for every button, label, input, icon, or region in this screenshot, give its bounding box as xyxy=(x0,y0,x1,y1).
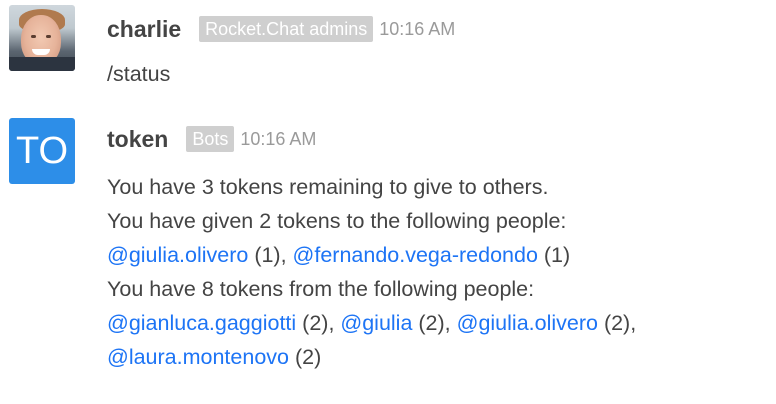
token-count: (2) xyxy=(412,311,445,335)
mention-link[interactable]: @giulia.olivero xyxy=(457,311,598,335)
message-time[interactable]: 10:16 AM xyxy=(240,129,316,150)
tokens-received-intro: You have 8 tokens from the following peo… xyxy=(107,277,535,301)
username[interactable]: charlie xyxy=(107,16,181,43)
token-count: (2) xyxy=(597,311,631,335)
token-count: (1) xyxy=(537,243,571,267)
message-header: charlie Rocket.Chat admins 10:16 AM xyxy=(107,14,455,44)
message-body: /status xyxy=(107,57,170,91)
separator: , xyxy=(444,311,457,335)
separator: , xyxy=(630,311,637,335)
bot-avatar-token[interactable]: TO xyxy=(9,118,75,184)
mention-link[interactable]: @gianluca.gaggiotti xyxy=(107,311,296,335)
mention-link[interactable]: @laura.montenovo xyxy=(107,345,289,369)
tokens-given-list: @giulia.olivero (1), @fernando.vega-redo… xyxy=(107,238,636,272)
message-body: You have 3 tokens remaining to give to o… xyxy=(107,170,636,374)
role-badge: Bots xyxy=(186,126,235,152)
tokens-received-list: @gianluca.gaggiotti (2), @giulia (2), @g… xyxy=(107,306,636,340)
user-avatar-charlie[interactable] xyxy=(9,5,75,71)
role-badge: Rocket.Chat admins xyxy=(199,16,374,42)
avatar-shirt xyxy=(9,57,75,71)
message-header: token Bots 10:16 AM xyxy=(107,124,316,154)
separator: , xyxy=(328,311,341,335)
avatar-eye-right xyxy=(46,35,51,38)
separator: , xyxy=(280,243,293,267)
message-time[interactable]: 10:16 AM xyxy=(379,19,455,40)
mention-link[interactable]: @giulia.olivero xyxy=(107,243,248,267)
mention-link[interactable]: @fernando.vega-redondo xyxy=(293,243,538,267)
mention-link[interactable]: @giulia xyxy=(340,311,412,335)
username[interactable]: token xyxy=(107,126,168,153)
tokens-given-intro: You have given 2 tokens to the following… xyxy=(107,209,567,233)
token-count: (2) xyxy=(296,311,329,335)
avatar-eye-left xyxy=(31,35,36,38)
token-count: (1) xyxy=(248,243,281,267)
message-text: /status xyxy=(107,62,171,86)
tokens-received-list-cont: @laura.montenovo (2) xyxy=(107,340,636,374)
tokens-remaining-line: You have 3 tokens remaining to give to o… xyxy=(107,175,549,199)
token-count: (2) xyxy=(288,345,322,369)
